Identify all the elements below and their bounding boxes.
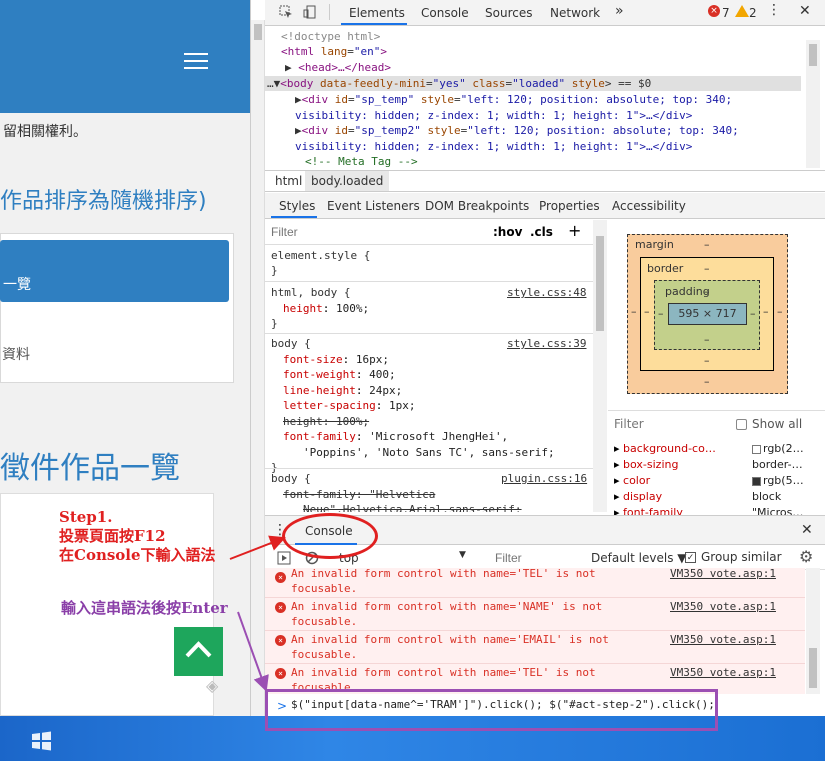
step-annotation: Step1. 投票頁面按F12 在Console下輸入語法 <box>59 508 216 565</box>
input-highlight-box <box>265 689 718 731</box>
purple-arrow <box>237 611 269 692</box>
annotation-arrows <box>229 535 286 692</box>
step-line-3: 在Console下輸入語法 <box>59 546 216 564</box>
step-line-1: Step1. <box>59 508 113 526</box>
step-line-2: 投票頁面按F12 <box>59 527 166 545</box>
console-highlight-circle <box>282 513 378 559</box>
enter-annotation: 輸入這串語法後按Enter <box>61 599 228 617</box>
red-arrow <box>229 535 286 560</box>
